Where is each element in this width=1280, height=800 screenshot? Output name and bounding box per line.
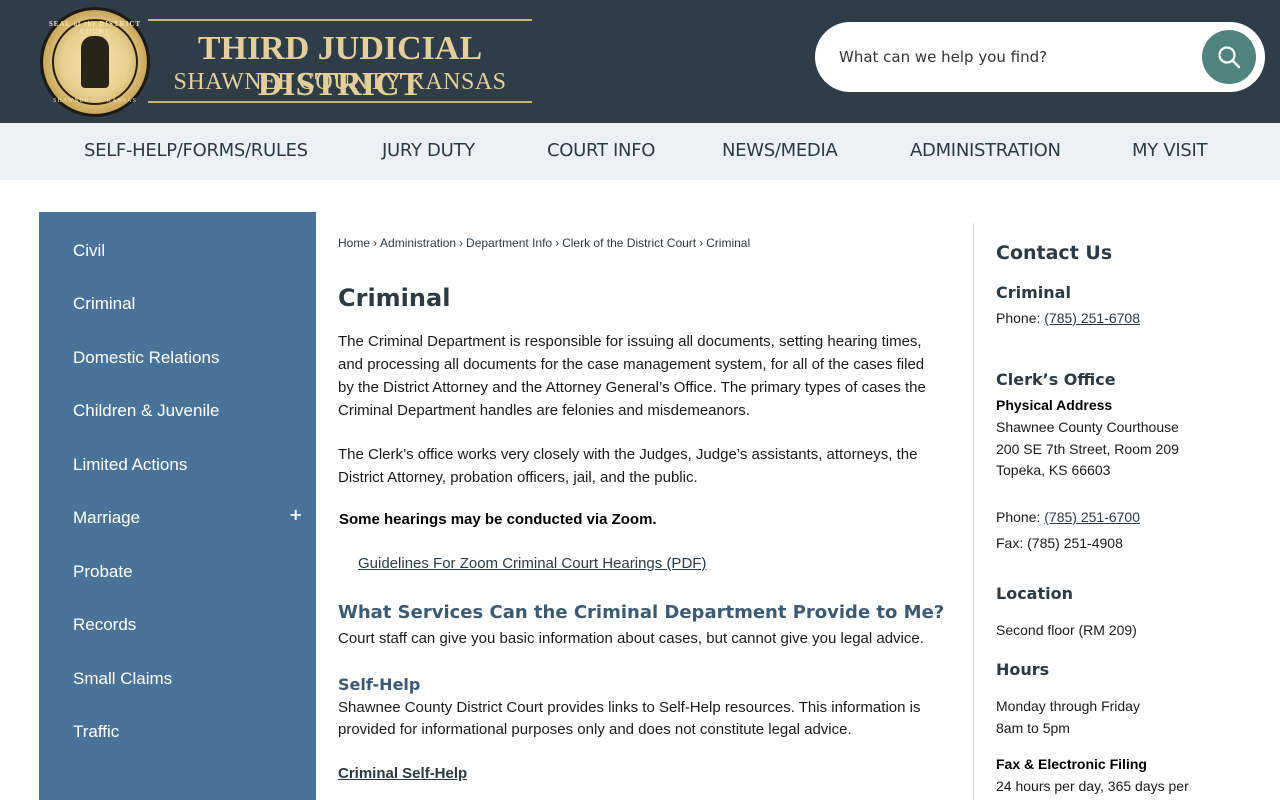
phone-label: Phone:	[996, 310, 1045, 326]
sidebar-item-limited-actions[interactable]: Limited Actions	[73, 455, 187, 475]
nav-self-help[interactable]: SELF-HELP/FORMS/RULES	[84, 140, 308, 161]
clerk-paragraph: The Clerk’s office works very closely wi…	[338, 446, 918, 486]
sidebar-item-domestic-relations[interactable]: Domestic Relations	[73, 348, 219, 368]
sidebar-item-small-claims[interactable]: Small Claims	[73, 669, 172, 689]
site-header: SEAL of the DISTRICT COURT SHAWNEE CO. K…	[0, 0, 1280, 123]
sidebar-item-records[interactable]: Records	[73, 615, 136, 635]
sidebar-item-probate[interactable]: Probate	[73, 562, 133, 582]
breadcrumb-separator: ›	[373, 236, 378, 250]
breadcrumb-separator: ›	[555, 236, 560, 250]
nav-administration[interactable]: ADMINISTRATION	[910, 140, 1061, 161]
criminal-self-help-link[interactable]: Criminal Self-Help	[338, 765, 467, 782]
zoom-note: Some hearings may be conducted via Zoom.	[339, 511, 657, 528]
search-input[interactable]	[839, 44, 1199, 70]
seal-text-bottom: SHAWNEE CO. KANSAS	[53, 98, 137, 104]
contact-heading: Contact Us	[996, 242, 1113, 264]
nav-news-media[interactable]: NEWS/MEDIA	[722, 140, 838, 161]
nav-court-info[interactable]: COURT INFO	[547, 140, 655, 161]
clerk-phone-link[interactable]: (785) 251-6700	[1044, 509, 1140, 525]
services-heading: What Services Can the Criminal Departmen…	[338, 602, 945, 623]
breadcrumb-current: Criminal	[706, 236, 751, 250]
sidebar-item-civil[interactable]: Civil	[73, 241, 105, 261]
filing-heading: Fax & Electronic Filing	[996, 756, 1147, 772]
site-title-block[interactable]: THIRD JUDICIAL DISTRICT SHAWNEE COUNTY K…	[148, 19, 532, 103]
hours-line-1: Monday through Friday	[996, 698, 1140, 714]
physical-address-label: Physical Address	[996, 397, 1113, 413]
seal-text-top: SEAL of the DISTRICT COURT	[48, 20, 142, 36]
column-divider	[973, 223, 974, 800]
zoom-guidelines-pdf-link[interactable]: Guidelines For Zoom Criminal Court Heari…	[358, 555, 706, 572]
breadcrumb: Home › Administration › Department Info › Cler…	[338, 236, 750, 250]
search-button[interactable]	[1202, 30, 1256, 84]
sidebar-item-traffic[interactable]: Traffic	[73, 722, 119, 742]
search-icon	[1218, 46, 1241, 69]
search-bar	[815, 22, 1265, 92]
sidebar-item-children-juvenile[interactable]: Children & Juvenile	[73, 401, 219, 421]
address-line-3: Topeka, KS 66603	[996, 462, 1111, 478]
breadcrumb-separator: ›	[699, 236, 704, 250]
phone-label: Phone:	[996, 509, 1045, 525]
sidebar-nav: Civil Criminal Domestic Relations Childr…	[39, 212, 316, 800]
intro-paragraph: The Criminal Department is responsible f…	[338, 333, 926, 419]
breadcrumb-home[interactable]: Home	[338, 236, 370, 250]
sidebar-item-criminal[interactable]: Criminal	[73, 294, 135, 314]
nav-my-visit[interactable]: MY VISIT	[1132, 140, 1208, 161]
main-nav: SELF-HELP/FORMS/RULES JURY DUTY COURT IN…	[0, 123, 1280, 180]
self-help-heading: Self-Help	[338, 675, 421, 694]
expand-plus-icon[interactable]: +	[289, 505, 302, 524]
clerk-fax: Fax: (785) 251-4908	[996, 535, 1123, 551]
breadcrumb-department-info[interactable]: Department Info	[466, 236, 552, 250]
services-text: Court staff can give you basic informati…	[338, 630, 924, 647]
nav-jury-duty[interactable]: JURY DUTY	[382, 140, 475, 161]
breadcrumb-separator: ›	[459, 236, 464, 250]
breadcrumb-administration[interactable]: Administration	[380, 236, 456, 250]
criminal-phone-link[interactable]: (785) 251-6708	[1044, 310, 1140, 326]
address-line-1: Shawnee County Courthouse	[996, 419, 1179, 435]
site-subtitle: SHAWNEE COUNTY KANSAS	[173, 69, 507, 95]
sidebar-item-marriage[interactable]: Marriage	[73, 508, 140, 528]
filing-text: 24 hours per day, 365 days per	[996, 778, 1189, 794]
clerk-office-heading: Clerk’s Office	[996, 370, 1116, 389]
self-help-text: Shawnee County District Court provides l…	[338, 699, 921, 738]
breadcrumb-clerk[interactable]: Clerk of the District Court	[562, 236, 696, 250]
clerk-phone: Phone: (785) 251-6700	[996, 506, 1140, 528]
criminal-contact-heading: Criminal	[996, 283, 1071, 302]
address-line-2: 200 SE 7th Street, Room 209	[996, 441, 1179, 457]
hours-line-2: 8am to 5pm	[996, 720, 1070, 736]
court-seal-logo[interactable]: SEAL of the DISTRICT COURT SHAWNEE CO. K…	[40, 7, 150, 117]
location-text: Second floor (RM 209)	[996, 622, 1137, 638]
criminal-phone: Phone: (785) 251-6708	[996, 307, 1140, 329]
location-heading: Location	[996, 584, 1073, 603]
justice-figure-icon	[81, 36, 109, 88]
hours-heading: Hours	[996, 660, 1050, 679]
page-title: Criminal	[338, 284, 451, 312]
